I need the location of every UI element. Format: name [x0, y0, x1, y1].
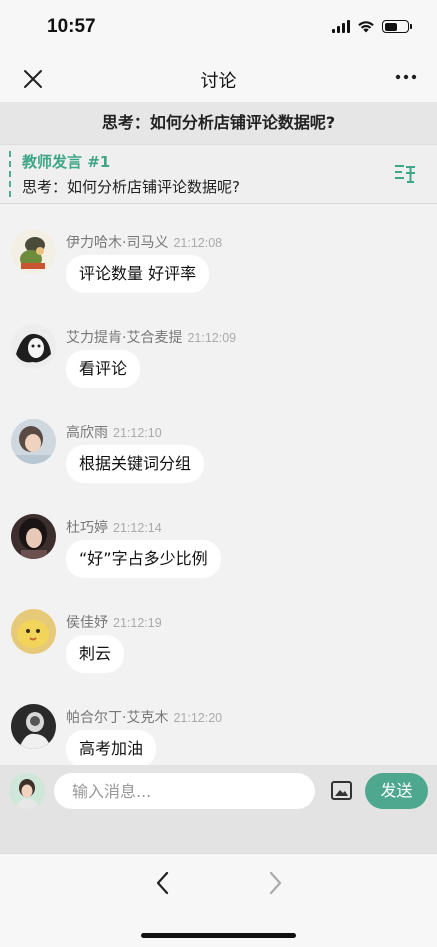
chat-message: 艾力提肯·艾合麦提 21:12:09 看评论 — [0, 300, 437, 390]
message-bubble[interactable]: 根据关键词分组 — [66, 445, 205, 483]
message-bubble[interactable]: 看评论 — [66, 350, 141, 388]
message-bubble[interactable]: 高考加油 — [66, 730, 157, 765]
status-bar: 10:57 — [0, 0, 437, 56]
message-input-bar: 发送 — [0, 765, 437, 853]
chat-message-list[interactable]: 伊力哈木·司马义 21:12:08 评论数量 好评率 艾力提肯·艾合麦提 21:12… — [0, 205, 437, 765]
message-input[interactable] — [54, 773, 315, 809]
avatar[interactable] — [11, 514, 56, 559]
chat-message: 杜巧婷 21:12:14 “好”字占多少比例 — [0, 490, 437, 580]
more-icon[interactable] — [395, 60, 417, 86]
my-avatar[interactable] — [9, 773, 45, 809]
teacher-message-card[interactable]: 教师发言 #1 思考：如何分析店铺评论数据呢? — [0, 144, 437, 204]
sender-name: 帕合尔丁·艾克木 — [66, 710, 169, 726]
message-meta: 杜巧婷 21:12:14 — [66, 517, 162, 537]
battery-fill — [384, 22, 397, 31]
message-time: 21:12:19 — [113, 616, 162, 630]
message-meta: 帕合尔丁·艾克木 21:12:20 — [66, 707, 222, 727]
pin-list-icon[interactable] — [393, 163, 417, 185]
status-time: 10:57 — [47, 16, 96, 37]
message-time: 21:12:20 — [173, 711, 223, 725]
sender-name: 高欣雨 — [66, 425, 108, 441]
teacher-text: 思考：如何分析店铺评论数据呢? — [22, 178, 240, 196]
message-time: 21:12:14 — [113, 521, 162, 535]
teacher-label: 教师发言 #1 — [22, 153, 111, 171]
message-time: 21:12:09 — [187, 331, 237, 345]
message-meta: 侯佳妤 21:12:19 — [66, 612, 162, 632]
avatar[interactable] — [11, 419, 56, 464]
nav-bar: 讨论 — [0, 56, 437, 102]
message-meta: 伊力哈木·司马义 21:12:08 — [66, 232, 222, 252]
message-bubble[interactable]: “好”字占多少比例 — [66, 540, 221, 578]
wifi-icon — [358, 21, 374, 33]
status-icons — [332, 20, 412, 33]
chevron-left-icon[interactable] — [150, 868, 176, 898]
battery-icon — [382, 20, 412, 33]
message-meta: 高欣雨 21:12:10 — [66, 422, 162, 442]
chat-message: 伊力哈木·司马义 21:12:08 评论数量 好评率 — [0, 205, 437, 295]
chevron-right-icon[interactable] — [262, 868, 288, 898]
message-bubble[interactable]: 刺云 — [66, 635, 125, 673]
sender-name: 杜巧婷 — [66, 520, 108, 536]
home-indicator — [141, 933, 296, 938]
image-icon[interactable] — [331, 781, 352, 800]
message-time: 21:12:08 — [173, 236, 223, 250]
message-bubble[interactable]: 评论数量 好评率 — [66, 255, 210, 293]
chat-message: 帕合尔丁·艾克木 21:12:20 高考加油 — [0, 680, 437, 765]
avatar[interactable] — [11, 704, 56, 749]
send-button[interactable]: 发送 — [365, 773, 428, 809]
message-meta: 艾力提肯·艾合麦提 21:12:09 — [66, 327, 236, 347]
chat-message: 侯佳妤 21:12:19 刺云 — [0, 585, 437, 675]
avatar[interactable] — [11, 609, 56, 654]
sender-name: 侯佳妤 — [66, 615, 108, 631]
sender-name: 伊力哈木·司马义 — [66, 235, 169, 251]
discussion-topic: 思考：如何分析店铺评论数据呢? — [0, 102, 437, 144]
teacher-accent-line — [9, 151, 11, 197]
chat-message: 高欣雨 21:12:10 根据关键词分组 — [0, 395, 437, 485]
cellular-signal-icon — [332, 20, 350, 33]
page-title: 讨论 — [200, 71, 237, 92]
sender-name: 艾力提肯·艾合麦提 — [66, 330, 183, 346]
avatar[interactable] — [11, 229, 56, 274]
message-time: 21:12:10 — [113, 426, 162, 440]
browser-toolbar — [0, 853, 437, 947]
avatar[interactable] — [11, 324, 56, 369]
